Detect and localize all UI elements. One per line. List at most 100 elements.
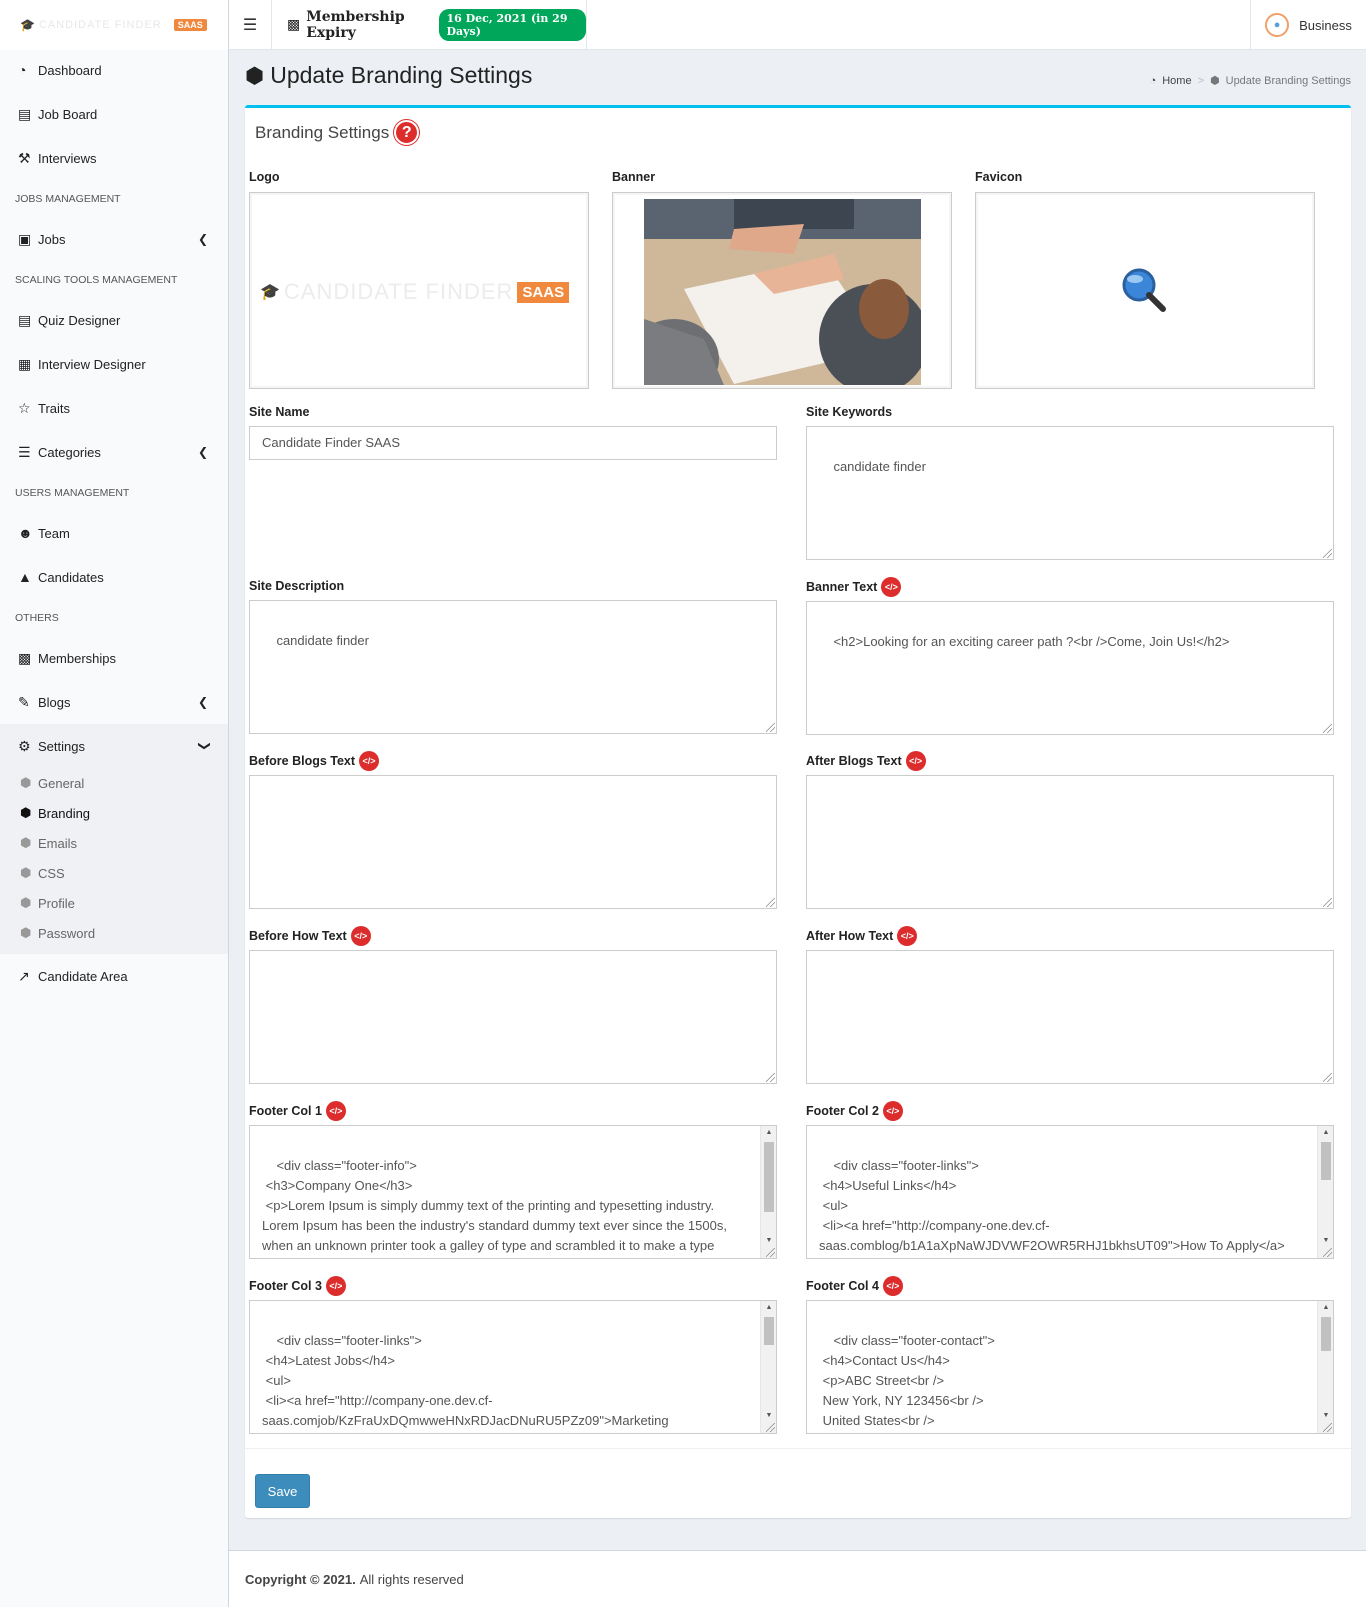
code-icon[interactable]: </> xyxy=(325,1101,346,1121)
code-icon[interactable]: </> xyxy=(881,577,902,597)
nav-header-users: USERS MANAGEMENT xyxy=(15,486,130,499)
resize-handle[interactable] xyxy=(766,1248,775,1257)
cogs-icon: ⚙ xyxy=(18,737,31,754)
sidebar-item-quiz-designer[interactable]: ▤ Quiz Designer xyxy=(0,298,228,342)
logo-upload[interactable]: 🎓 CANDIDATE FINDER SAAS xyxy=(249,192,589,389)
resize-handle[interactable] xyxy=(1323,549,1332,558)
sidebar-sub-password[interactable]: ⬢ Password xyxy=(0,918,228,948)
brand-logo[interactable]: 🎓 CANDIDATE FINDER SAAS xyxy=(0,0,228,50)
breadcrumb: ◔ Home > ⬢ Update Branding Settings xyxy=(1150,74,1351,88)
code-icon[interactable]: </> xyxy=(359,751,380,771)
code-icon[interactable]: </> xyxy=(350,926,371,946)
help-icon[interactable]: ? xyxy=(394,120,420,145)
sidebar-item-interview-designer[interactable]: ▦ Interview Designer xyxy=(0,342,228,386)
resize-handle[interactable] xyxy=(1323,724,1332,733)
scroll-down-icon[interactable]: ▼ xyxy=(1318,1409,1333,1423)
code-icon[interactable]: </> xyxy=(882,1276,903,1296)
scroll-down-icon[interactable]: ▼ xyxy=(1318,1234,1333,1248)
resize-handle[interactable] xyxy=(766,898,775,907)
site-name-input[interactable]: Candidate Finder SAAS xyxy=(249,426,777,460)
scroll-thumb[interactable] xyxy=(764,1317,774,1345)
cube-icon: ⬢ xyxy=(245,62,265,88)
sidebar-item-categories[interactable]: ☰ Categories ❮ xyxy=(0,430,228,474)
after-blogs-textarea[interactable] xyxy=(806,775,1334,909)
sidebar-sub-emails[interactable]: ⬢ Emails xyxy=(0,828,228,858)
sidebar-sub-branding[interactable]: ⬢ Branding xyxy=(0,798,228,828)
menu-toggle-icon[interactable]: ☰ xyxy=(229,0,272,50)
favicon-upload[interactable] xyxy=(975,192,1315,389)
code-icon[interactable]: </> xyxy=(882,1101,903,1121)
cube-icon: ⬢ xyxy=(20,805,32,820)
scrollbar[interactable]: ▲ ▼ xyxy=(1317,1126,1333,1258)
footer-col3-textarea[interactable]: <div class="footer-links"> <h4>Latest Jo… xyxy=(249,1300,777,1434)
code-icon[interactable]: </> xyxy=(325,1276,346,1296)
before-blogs-textarea[interactable] xyxy=(249,775,777,909)
banner-upload[interactable] xyxy=(612,192,952,389)
code-icon[interactable]: </> xyxy=(905,751,926,771)
code-icon[interactable]: </> xyxy=(897,926,918,946)
nav-header-others: OTHERS xyxy=(15,611,59,624)
logo-label: Logo xyxy=(249,170,280,184)
resize-handle[interactable] xyxy=(766,1423,775,1432)
sidebar-item-memberships[interactable]: ▩ Memberships xyxy=(0,636,228,680)
graduation-cap-icon: 🎓 xyxy=(260,284,280,301)
sidebar-item-traits[interactable]: ☆ Traits xyxy=(0,386,228,430)
site-keywords-textarea[interactable]: candidate finder xyxy=(806,426,1334,560)
user-name: Business xyxy=(1299,17,1352,33)
after-how-textarea[interactable] xyxy=(806,950,1334,1084)
scroll-up-icon[interactable]: ▲ xyxy=(761,1301,776,1315)
scroll-up-icon[interactable]: ▲ xyxy=(1318,1126,1333,1140)
breadcrumb-home[interactable]: Home xyxy=(1162,75,1191,87)
dashboard-icon: ◔ xyxy=(18,62,27,78)
scroll-down-icon[interactable]: ▼ xyxy=(761,1234,776,1248)
scrollbar[interactable]: ▲ ▼ xyxy=(760,1126,776,1258)
before-blogs-label: Before Blogs Text </> xyxy=(249,751,380,771)
save-button[interactable]: Save xyxy=(255,1474,310,1508)
sidebar-item-dashboard[interactable]: ◔ Dashboard xyxy=(0,48,228,92)
banner-text-textarea[interactable]: <h2>Looking for an exciting career path … xyxy=(806,601,1334,735)
footer-col1-textarea[interactable]: <div class="footer-info"> <h3>Company On… xyxy=(249,1125,777,1259)
resize-handle[interactable] xyxy=(766,1073,775,1082)
sidebar-item-blogs[interactable]: ✎ Blogs ❮ xyxy=(0,680,228,724)
scroll-up-icon[interactable]: ▲ xyxy=(761,1126,776,1140)
favicon-label: Favicon xyxy=(975,170,1023,184)
sidebar-item-job-board[interactable]: ▤ Job Board xyxy=(0,92,228,136)
scroll-thumb[interactable] xyxy=(764,1142,774,1212)
logo-image: 🎓 CANDIDATE FINDER SAAS xyxy=(260,279,570,305)
sidebar-sub-css[interactable]: ⬢ CSS xyxy=(0,858,228,888)
scroll-down-icon[interactable]: ▼ xyxy=(761,1409,776,1423)
sidebar-item-interviews[interactable]: ⚒ Interviews xyxy=(0,136,228,180)
resize-handle[interactable] xyxy=(1323,1073,1332,1082)
section-title: Branding Settings ? xyxy=(255,120,420,145)
footer-col4-textarea[interactable]: <div class="footer-contact"> <h4>Contact… xyxy=(806,1300,1334,1434)
scroll-thumb[interactable] xyxy=(1321,1317,1331,1351)
breadcrumb-current: Update Branding Settings xyxy=(1225,74,1351,87)
list-ul-icon: ☰ xyxy=(18,443,31,460)
copyright-bold: Copyright © 2021. xyxy=(245,1571,356,1587)
resize-handle[interactable] xyxy=(1323,898,1332,907)
scroll-up-icon[interactable]: ▲ xyxy=(1318,1301,1333,1315)
footer-col2-textarea[interactable]: <div class="footer-links"> <h4>Useful Li… xyxy=(806,1125,1334,1259)
sidebar-item-jobs[interactable]: ▣ Jobs ❮ xyxy=(0,217,228,261)
cube-icon: ⬢ xyxy=(20,865,32,880)
settings-group: ⚙ Settings ❮ ⬢ General ⬢ Branding ⬢ Emai… xyxy=(0,724,228,954)
site-description-textarea[interactable]: candidate finder xyxy=(249,600,777,734)
sidebar-item-settings[interactable]: ⚙ Settings ❮ xyxy=(0,724,228,768)
resize-handle[interactable] xyxy=(1323,1248,1332,1257)
user-menu[interactable]: ● Business xyxy=(1250,0,1366,50)
page-title: ⬢ Update Branding Settings xyxy=(245,62,533,88)
resize-handle[interactable] xyxy=(766,723,775,732)
sidebar-sub-general[interactable]: ⬢ General xyxy=(0,768,228,798)
sidebar-item-team[interactable]: ☻ Team xyxy=(0,511,228,555)
resize-handle[interactable] xyxy=(1323,1423,1332,1432)
sidebar-item-candidate-area[interactable]: ↗ Candidate Area xyxy=(0,954,228,998)
before-how-label: Before How Text </> xyxy=(249,926,371,946)
scroll-thumb[interactable] xyxy=(1321,1142,1331,1180)
sidebar-sub-profile[interactable]: ⬢ Profile xyxy=(0,888,228,918)
sidebar-item-candidates[interactable]: ▲ Candidates xyxy=(0,555,228,599)
users-icon: ☻ xyxy=(18,525,33,541)
scrollbar[interactable]: ▲ ▼ xyxy=(760,1301,776,1433)
scrollbar[interactable]: ▲ ▼ xyxy=(1317,1301,1333,1433)
banner-text-label: Banner Text </> xyxy=(806,577,902,597)
before-how-textarea[interactable] xyxy=(249,950,777,1084)
